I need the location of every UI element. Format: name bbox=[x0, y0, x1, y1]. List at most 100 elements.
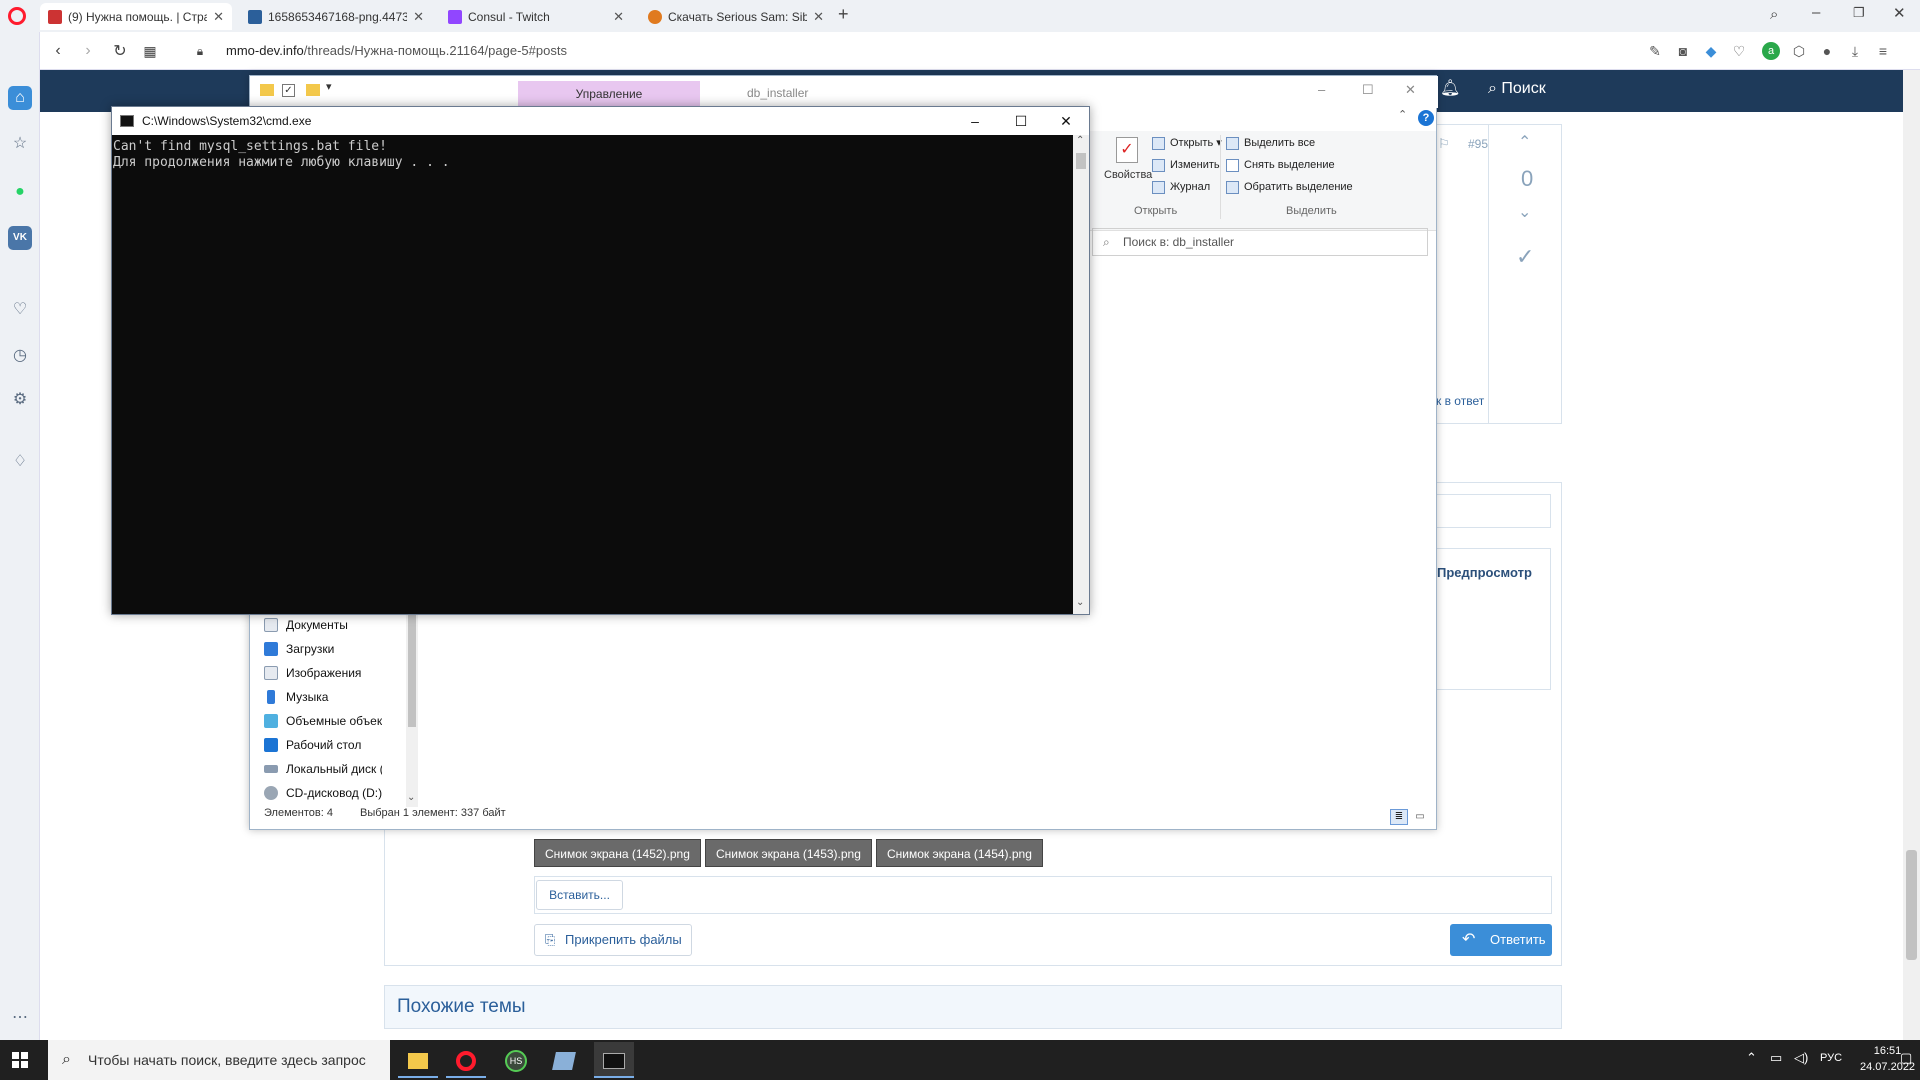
close-tab-icon[interactable]: ✕ bbox=[213, 9, 224, 25]
back-icon[interactable]: ‹ bbox=[44, 32, 72, 70]
restore-window-icon[interactable]: ❐ bbox=[1853, 5, 1865, 21]
taskbar-search-input[interactable]: ⌕ Чтобы начать поиск, введите здесь запр… bbox=[48, 1040, 390, 1080]
paste-button[interactable]: Вставить... bbox=[536, 880, 623, 910]
select-none-button[interactable]: Снять выделение bbox=[1226, 155, 1335, 175]
cmd-scrollbar[interactable]: ⌃ ⌄ bbox=[1073, 135, 1089, 614]
extension-a-icon[interactable]: a bbox=[1762, 42, 1780, 60]
heart-icon[interactable]: ♡ bbox=[8, 298, 32, 322]
more-icon[interactable]: ⋯ bbox=[8, 1006, 32, 1030]
tree-item-music[interactable]: Музыка bbox=[264, 685, 382, 709]
tree-item-desktop[interactable]: Рабочий стол bbox=[264, 733, 382, 757]
taskbar-file-explorer-icon[interactable] bbox=[398, 1042, 438, 1078]
volume-icon[interactable]: ◁) bbox=[1794, 1050, 1808, 1066]
ribbon-collapse-icon[interactable]: ⌃ bbox=[1398, 108, 1407, 121]
cmd-scroll-down-icon[interactable]: ⌄ bbox=[1076, 597, 1084, 608]
properties-icon[interactable]: ✓ bbox=[1116, 137, 1138, 163]
taskbar-opera-icon[interactable] bbox=[446, 1042, 486, 1078]
close-window-icon[interactable]: ✕ bbox=[1893, 4, 1906, 22]
ribbon-tab-manage[interactable]: Управление bbox=[518, 81, 700, 107]
attachment-2[interactable]: Снимок экрана (1453).png bbox=[705, 839, 872, 867]
tab-grid-icon[interactable]: ▦ bbox=[136, 32, 164, 70]
attach-files-button[interactable]: ⎘ Прикрепить файлы bbox=[534, 924, 692, 956]
bookmarks-icon[interactable]: ☆ bbox=[8, 132, 32, 156]
checkbox-quick-icon[interactable]: ✓ bbox=[282, 84, 295, 97]
help-icon[interactable]: ? bbox=[1418, 110, 1434, 126]
upvote-icon[interactable]: ⌃ bbox=[1518, 132, 1531, 152]
edit-button[interactable]: Изменить bbox=[1152, 155, 1220, 175]
close-tab-icon[interactable]: ✕ bbox=[413, 9, 424, 25]
tree-item-local-disk[interactable]: Локальный диск (C bbox=[264, 757, 382, 781]
taskbar-cmd-icon[interactable] bbox=[594, 1042, 634, 1078]
tab-serious-sam[interactable]: Скачать Serious Sam: Sibe ✕ bbox=[640, 3, 832, 30]
tray-overflow-icon[interactable]: ⌃ bbox=[1746, 1050, 1757, 1066]
large-icons-view-icon[interactable]: ▭ bbox=[1412, 809, 1428, 825]
cmd-console-output[interactable]: Can't find mysql_settings.bat file! Для … bbox=[112, 135, 1073, 614]
tree-item-3d-objects[interactable]: Объемные объект bbox=[264, 709, 382, 733]
taskbar-app-icon[interactable] bbox=[544, 1042, 584, 1078]
cmd-minimize-icon[interactable]: – bbox=[952, 107, 998, 135]
lightbulb-icon[interactable]: ♢ bbox=[8, 450, 32, 474]
edit-icon[interactable]: ✎ bbox=[1646, 42, 1664, 60]
history-icon[interactable]: ◷ bbox=[8, 344, 32, 368]
settings-icon[interactable]: ⚙ bbox=[8, 388, 32, 412]
vk-icon[interactable]: VK bbox=[8, 226, 32, 250]
properties-button[interactable]: Свойства bbox=[1104, 169, 1152, 181]
preview-button[interactable]: Предпросмотр bbox=[1437, 565, 1532, 580]
tree-item-documents[interactable]: Документы bbox=[264, 613, 382, 637]
explorer-close-icon[interactable]: ✕ bbox=[1405, 82, 1416, 98]
explorer-maximize-icon[interactable]: ☐ bbox=[1362, 82, 1374, 98]
reply-button[interactable]: ↶ Ответить bbox=[1450, 924, 1552, 956]
tree-item-downloads[interactable]: Загрузки bbox=[264, 637, 382, 661]
language-indicator[interactable]: РУС bbox=[1820, 1052, 1842, 1064]
page-scrollbar-thumb[interactable] bbox=[1906, 850, 1917, 960]
cmd-maximize-icon[interactable]: ☐ bbox=[998, 107, 1044, 135]
explorer-search-input[interactable]: ⌕ Поиск в: db_installer bbox=[1092, 228, 1428, 256]
cmd-close-icon[interactable]: ✕ bbox=[1043, 107, 1089, 135]
search-tabs-icon[interactable]: ⌕ bbox=[1770, 6, 1778, 23]
bell-icon[interactable]: 🔔︎ bbox=[1440, 78, 1460, 98]
tree-item-cd-drive[interactable]: CD-дисковод (D:) bbox=[264, 781, 382, 805]
tab-active[interactable]: (9) Нужна помощь. | Стра ✕ bbox=[40, 3, 232, 30]
url-field[interactable]: mmo-dev.info/threads/Нужна-помощь.21164/… bbox=[226, 43, 567, 58]
reload-icon[interactable]: ↻ bbox=[106, 32, 134, 70]
cube-icon[interactable]: ⬡ bbox=[1790, 42, 1808, 60]
open-button[interactable]: Открыть ▾ bbox=[1152, 133, 1222, 153]
minimize-window-icon[interactable]: – bbox=[1812, 4, 1820, 21]
details-view-icon[interactable]: ≣ bbox=[1390, 809, 1408, 825]
tree-scroll-thumb[interactable] bbox=[408, 607, 416, 727]
solution-check-icon[interactable]: ✓ bbox=[1516, 244, 1534, 270]
tree-scroll-down-icon[interactable]: ⌄ bbox=[407, 792, 415, 803]
explorer-minimize-icon[interactable]: – bbox=[1318, 82, 1325, 97]
forum-search-button[interactable]: ⌕ Поиск bbox=[1488, 80, 1546, 98]
tab-twitch[interactable]: Consul - Twitch ✕ bbox=[440, 3, 632, 30]
tab-image[interactable]: 1658653467168-png.4473 ✕ bbox=[240, 3, 432, 30]
download-icon[interactable]: ⤓ bbox=[1846, 42, 1864, 60]
heart-outline-icon[interactable]: ♡ bbox=[1730, 42, 1748, 60]
cmd-scroll-up-icon[interactable]: ⌃ bbox=[1076, 135, 1084, 146]
new-tab-button[interactable]: + bbox=[838, 4, 849, 25]
shield-icon[interactable]: ◆ bbox=[1702, 42, 1720, 60]
opera-logo-icon[interactable] bbox=[8, 7, 26, 25]
history-button[interactable]: Журнал bbox=[1152, 177, 1210, 197]
cmd-scroll-thumb[interactable] bbox=[1076, 153, 1086, 169]
reply-link[interactable]: к в ответ bbox=[1436, 394, 1484, 408]
network-icon[interactable]: ▭ bbox=[1770, 1050, 1782, 1066]
new-folder-icon[interactable] bbox=[306, 84, 320, 96]
whatsapp-icon[interactable]: ● bbox=[8, 180, 32, 204]
camera-icon[interactable]: ◙ bbox=[1674, 42, 1692, 60]
quick-access-dropdown-icon[interactable]: ▾ bbox=[326, 80, 332, 93]
attachment-3[interactable]: Снимок экрана (1454).png bbox=[876, 839, 1043, 867]
profile-icon[interactable]: ● bbox=[1818, 42, 1836, 60]
windows-start-icon[interactable] bbox=[12, 1052, 28, 1068]
forward-icon[interactable]: › bbox=[74, 32, 102, 70]
select-all-button[interactable]: Выделить все bbox=[1226, 133, 1315, 153]
invert-selection-button[interactable]: Обратить выделение bbox=[1226, 177, 1353, 197]
menu-icon[interactable]: ≡ bbox=[1874, 42, 1892, 60]
post-number[interactable]: #95 bbox=[1468, 137, 1488, 151]
attachment-1[interactable]: Снимок экрана (1452).png bbox=[534, 839, 701, 867]
tree-item-pictures[interactable]: Изображения bbox=[264, 661, 382, 685]
notifications-icon[interactable]: ▢ bbox=[1900, 1050, 1912, 1066]
close-tab-icon[interactable]: ✕ bbox=[613, 9, 624, 25]
home-icon[interactable]: ⌂ bbox=[8, 86, 32, 110]
bookmark-icon[interactable]: ⚐ bbox=[1438, 136, 1450, 152]
